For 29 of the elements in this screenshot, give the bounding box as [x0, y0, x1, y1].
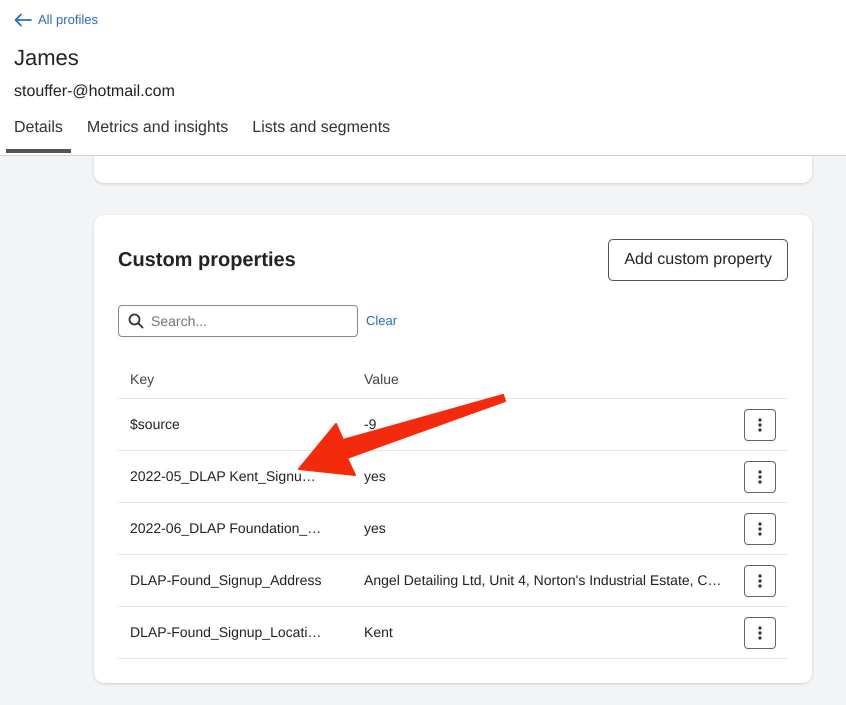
kebab-icon [758, 522, 762, 536]
kebab-icon [758, 470, 762, 484]
tab[interactable]: Lists and segments [244, 112, 398, 154]
table-cell: Kent [352, 606, 732, 658]
more-options-button[interactable] [744, 512, 776, 544]
table-cell: Angel Detailing Ltd, Unit 4, Norton's Industrial Estate, C… [352, 554, 732, 606]
more-options-button[interactable] [744, 564, 776, 596]
table-cell: DLAP-Found_Signup_Address [118, 554, 352, 606]
table-cell: yes [352, 502, 732, 554]
kebab-icon [758, 418, 762, 432]
clear-link[interactable]: Clear [366, 311, 398, 331]
more-options-button[interactable] [744, 616, 776, 648]
column-header: Key [118, 355, 352, 398]
card-title: Custom properties [118, 248, 296, 272]
table-cell: DLAP-Found_Signup_Locati… [118, 606, 352, 658]
profile-name: James [14, 44, 80, 72]
tab[interactable]: Details [6, 112, 71, 154]
kebab-icon [758, 626, 762, 640]
profile-email: stouffer-@hotmail.com [14, 82, 176, 102]
kebab-icon [758, 574, 762, 588]
more-options-button[interactable] [744, 460, 776, 492]
tab[interactable]: Metrics and insights [78, 112, 236, 154]
back-link[interactable]: All profiles [14, 10, 98, 30]
more-options-button[interactable] [744, 408, 776, 440]
table-cell: 2022-06_DLAP Foundation_… [118, 502, 352, 554]
back-arrow-icon [14, 12, 32, 27]
search-icon [128, 313, 144, 329]
search-field[interactable]: Search... [118, 305, 358, 337]
add-property-button[interactable]: Add custom property [608, 239, 788, 281]
